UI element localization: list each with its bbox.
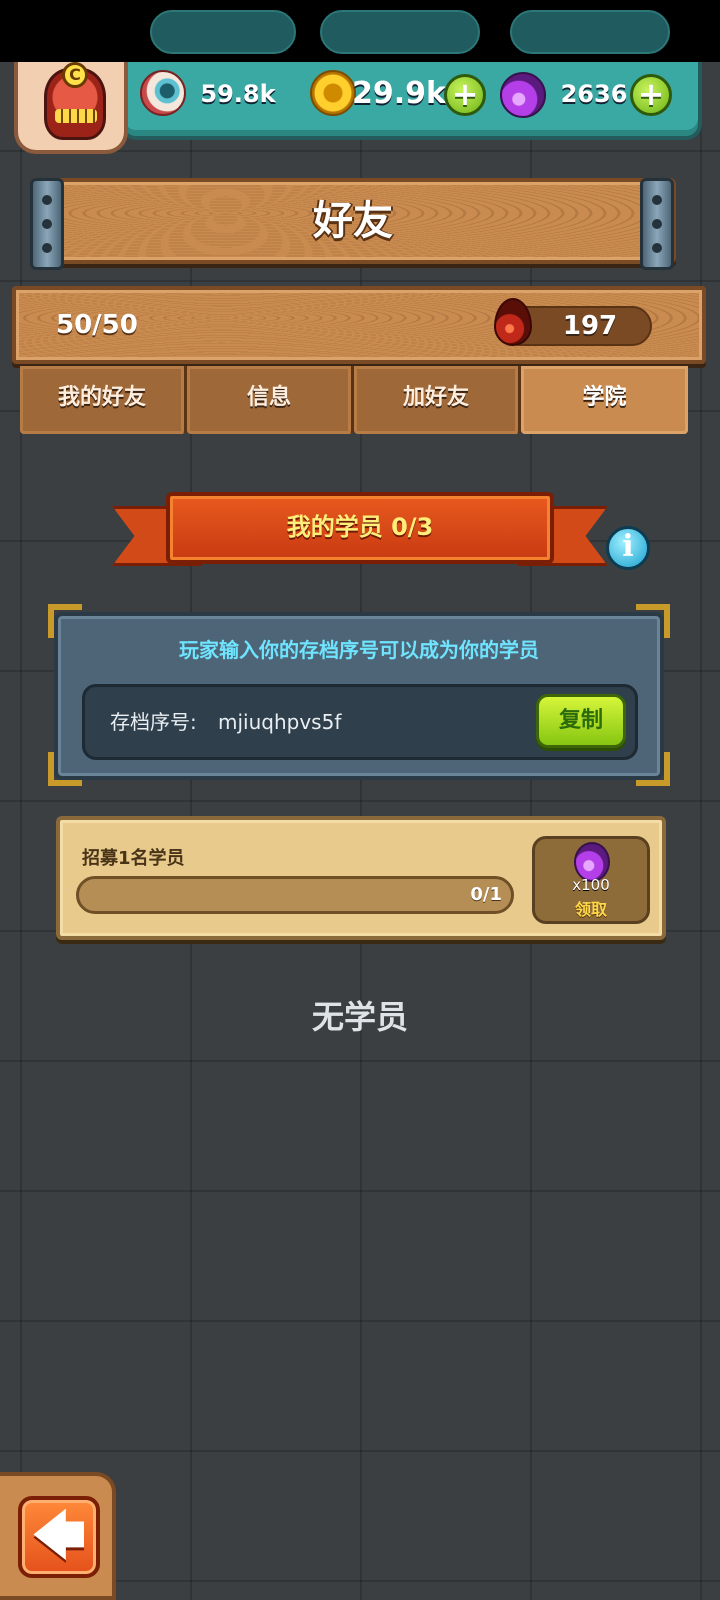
- tab-add-friend[interactable]: 加好友: [354, 366, 521, 434]
- corner-icon: [636, 752, 670, 786]
- eyes-value: 59.8k: [200, 80, 276, 108]
- potions-value: 2636: [560, 80, 628, 108]
- claim-label: 领取: [574, 900, 607, 919]
- coin-icon: [310, 70, 356, 116]
- blood-value: 197: [562, 311, 618, 341]
- coins-pill: [320, 10, 480, 54]
- reward-count: x100: [572, 876, 610, 894]
- potions-pill: [510, 10, 670, 54]
- info-button[interactable]: i: [606, 526, 650, 570]
- add-coins-button[interactable]: +: [444, 74, 486, 116]
- add-potions-button[interactable]: +: [630, 74, 672, 116]
- page-title: 好友: [313, 198, 393, 244]
- avatar[interactable]: C: [14, 62, 128, 154]
- potion-icon: [500, 72, 546, 118]
- friends-count: 50/50: [56, 310, 138, 340]
- save-code-label: 存档序号:: [110, 710, 197, 734]
- eyes-pill: [150, 10, 296, 54]
- coins-value: 29.9k: [352, 76, 446, 111]
- monster-teeth-icon: [55, 109, 97, 123]
- task-title: 招募1名学员: [82, 848, 185, 869]
- tab-academy[interactable]: 学院: [521, 366, 688, 434]
- eye-icon: [140, 70, 186, 116]
- back-arrow-icon: 🡄: [32, 1506, 86, 1566]
- copy-button[interactable]: 复制: [536, 694, 626, 748]
- save-code-hint: 玩家输入你的存档序号可以成为你的学员: [179, 638, 539, 662]
- corner-icon: [48, 752, 82, 786]
- corner-icon: [48, 604, 82, 638]
- task-progress-text: 0/1: [470, 884, 502, 905]
- tab-my-friends[interactable]: 我的好友: [20, 366, 187, 434]
- avatar-badge: C: [62, 62, 88, 88]
- corner-icon: [636, 604, 670, 638]
- save-code-value: mjiuqhpvs5f: [218, 710, 342, 734]
- empty-students-message: 无学员: [311, 998, 408, 1036]
- students-ribbon-title: 我的学员 0/3: [286, 513, 434, 541]
- tab-messages[interactable]: 信息: [187, 366, 354, 434]
